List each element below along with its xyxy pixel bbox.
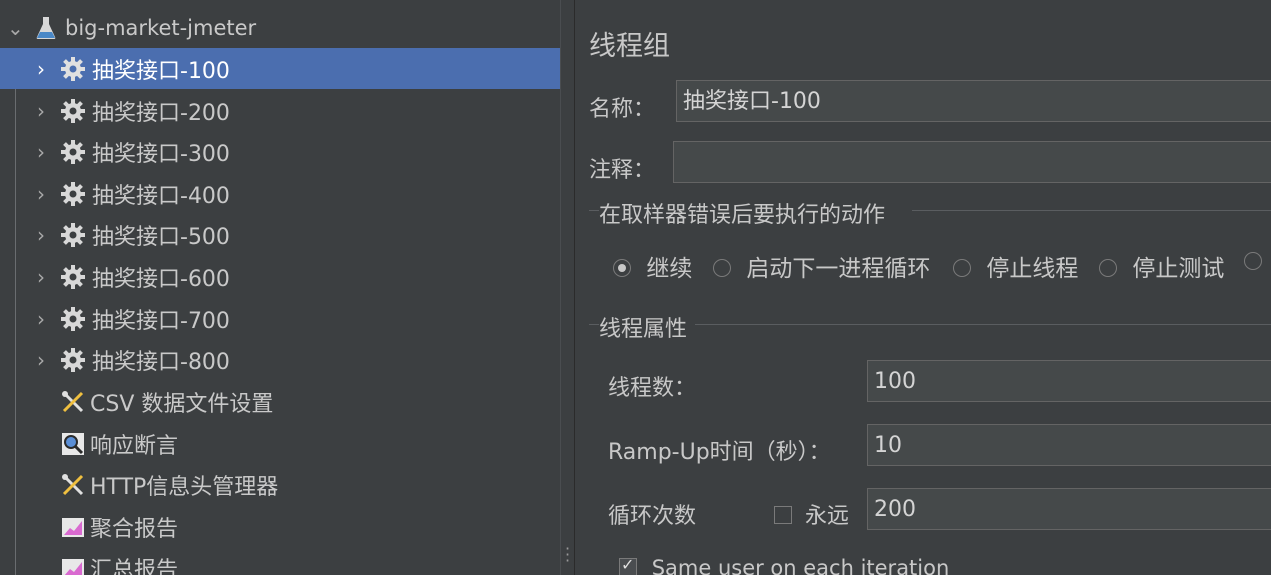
radio-checked-icon[interactable] (613, 259, 631, 277)
page-title: 线程组 (589, 31, 670, 62)
rampup-label: Ramp-Up时间（秒）： (608, 440, 831, 465)
tree-item-thread-group[interactable]: › 抽奖接口-700 (0, 298, 560, 339)
tree-item-thread-group[interactable]: › 抽奖接口-800 (0, 339, 560, 380)
comment-label: 注释： (589, 158, 656, 183)
tree-item-label: 抽奖接口-700 (92, 308, 230, 334)
radio-unchecked-icon[interactable] (1099, 259, 1117, 277)
radio-stop-test[interactable]: 停止测试 (1099, 249, 1224, 283)
tree-item-label: 汇总报告 (90, 557, 179, 575)
chevron-right-icon[interactable]: › (34, 140, 48, 164)
radio-stop-test-now[interactable] (1244, 249, 1262, 275)
section-border (912, 210, 1271, 211)
radio-label: 继续 (646, 256, 693, 282)
gear-icon (60, 56, 86, 82)
forever-checkbox[interactable]: 永远 (774, 498, 849, 530)
chevron-right-icon[interactable]: › (34, 182, 48, 206)
tree-item-label: CSV 数据文件设置 (90, 391, 274, 417)
tree-item-thread-group[interactable]: › 抽奖接口-500 (0, 214, 560, 255)
tree-item-label: 抽奖接口-600 (92, 266, 230, 292)
wrench-screwdriver-icon (60, 389, 86, 415)
flask-icon (33, 15, 59, 41)
drag-handle-icon[interactable]: · · · (565, 541, 570, 569)
chart-icon (60, 555, 86, 575)
radio-stop-thread[interactable]: 停止线程 (953, 249, 1078, 283)
tree-item-label: HTTP信息头管理器 (90, 474, 279, 500)
chevron-right-icon[interactable]: › (34, 265, 48, 289)
radio-continue[interactable]: 继续 (613, 249, 692, 283)
loop-count-field[interactable]: 200 (867, 488, 1271, 530)
tree-item-thread-group[interactable]: › 抽奖接口-200 (0, 90, 560, 131)
section-border (589, 324, 599, 325)
tree-item-thread-group[interactable]: › 抽奖接口-600 (0, 256, 560, 297)
tree-item-aggregate-report[interactable]: 聚合报告 (0, 506, 560, 547)
tree-item-label: 抽奖接口-400 (92, 183, 230, 209)
forever-label: 永远 (805, 504, 850, 529)
tree-item-label: 抽奖接口-200 (92, 100, 230, 126)
same-user-checkbox[interactable]: Same user on each iteration (619, 555, 950, 575)
radio-unchecked-icon[interactable] (1244, 252, 1262, 270)
tree-item-label: 抽奖接口-500 (92, 224, 230, 250)
chevron-right-icon[interactable]: › (34, 57, 48, 81)
radio-label: 停止线程 (986, 256, 1079, 282)
radio-unchecked-icon[interactable] (713, 259, 731, 277)
tree-root-label: big-market-jmeter (65, 15, 257, 40)
gear-icon (60, 181, 86, 207)
rampup-field[interactable]: 10 (867, 424, 1271, 466)
tree-item-csv-config[interactable]: CSV 数据文件设置 (0, 381, 560, 422)
gear-icon (60, 347, 86, 373)
checkbox-checked-icon[interactable] (619, 555, 637, 575)
radio-label: 启动下一进程循环 (746, 256, 931, 282)
section-border (695, 324, 1271, 325)
section-border (589, 210, 599, 211)
gear-icon (60, 264, 86, 290)
thread-group-editor: 线程组 名称： 抽奖接口-100 注释： 在取样器错误后要执行的动作 继续 启动… (575, 0, 1271, 575)
loop-count-label: 循环次数 (608, 504, 697, 529)
chevron-right-icon[interactable]: › (34, 307, 48, 331)
chart-icon (60, 514, 86, 540)
thread-properties-section-title: 线程属性 (599, 317, 688, 342)
tree-item-label: 抽奖接口-800 (92, 349, 230, 375)
test-plan-tree[interactable]: ⌄ big-market-jmeter › 抽奖接口-100 › 抽奖接口-20… (0, 0, 560, 575)
gear-icon (60, 98, 86, 124)
chevron-down-icon[interactable]: ⌄ (7, 16, 24, 40)
tree-item-thread-group[interactable]: › 抽奖接口-400 (0, 173, 560, 214)
on-error-section-title: 在取样器错误后要执行的动作 (599, 203, 886, 228)
chevron-right-icon[interactable]: › (34, 348, 48, 372)
comment-field[interactable] (673, 141, 1271, 183)
wrench-screwdriver-icon (60, 472, 86, 498)
split-pane-divider[interactable] (560, 0, 575, 575)
tree-item-label: 抽奖接口-100 (92, 58, 230, 84)
tree-item-thread-group[interactable]: › 抽奖接口-100 (0, 48, 560, 89)
tree-item-label: 响应断言 (90, 433, 179, 459)
threads-field[interactable]: 100 (867, 360, 1271, 402)
radio-label: 停止测试 (1132, 256, 1225, 282)
tree-item-http-header-manager[interactable]: HTTP信息头管理器 (0, 464, 560, 505)
chevron-right-icon[interactable]: › (34, 99, 48, 123)
tree-item-summary-report[interactable]: 汇总报告 (0, 547, 560, 575)
gear-icon (60, 139, 86, 165)
tree-item-thread-group[interactable]: › 抽奖接口-300 (0, 131, 560, 172)
chevron-right-icon[interactable]: › (34, 223, 48, 247)
same-user-label: Same user on each iteration (651, 556, 950, 575)
tree-item-label: 聚合报告 (90, 516, 179, 542)
tree-item-label: 抽奖接口-300 (92, 141, 230, 167)
gear-icon (60, 306, 86, 332)
name-label: 名称： (589, 97, 656, 122)
checkbox-unchecked-icon[interactable] (774, 506, 792, 524)
radio-unchecked-icon[interactable] (953, 259, 971, 277)
tree-item-response-assertion[interactable]: 响应断言 (0, 423, 560, 464)
name-field[interactable]: 抽奖接口-100 (676, 80, 1271, 122)
threads-label: 线程数： (608, 376, 697, 401)
tree-root-item[interactable]: ⌄ big-market-jmeter (0, 7, 560, 48)
gear-icon (60, 222, 86, 248)
magnifier-icon (60, 431, 86, 457)
radio-start-next-loop[interactable]: 启动下一进程循环 (713, 249, 930, 283)
